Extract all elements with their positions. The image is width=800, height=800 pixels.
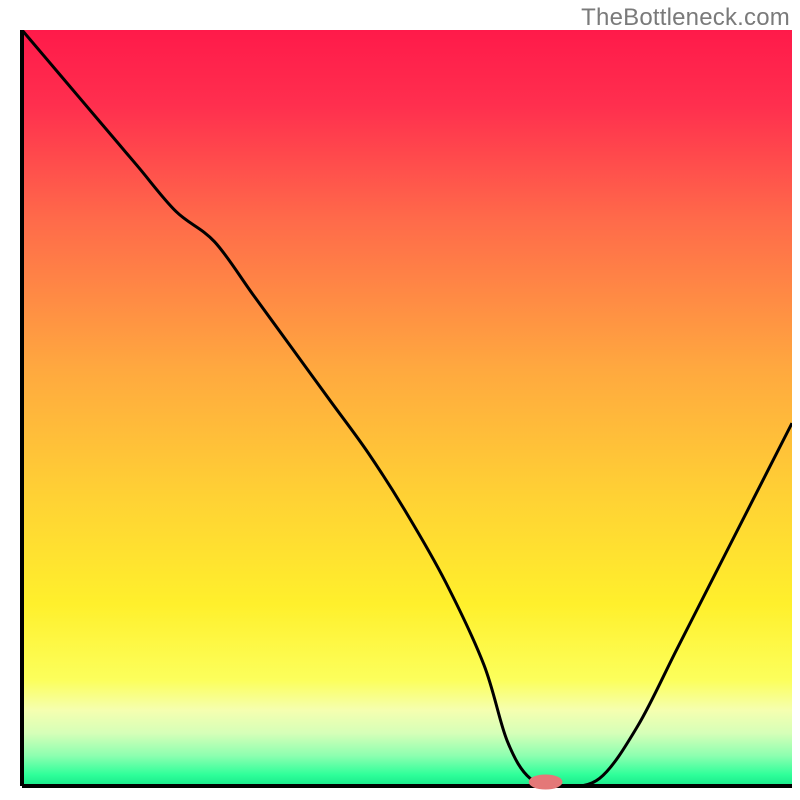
plot-background bbox=[22, 30, 792, 786]
optimal-marker bbox=[529, 774, 563, 789]
chart-svg bbox=[0, 0, 800, 800]
attribution-text: TheBottleneck.com bbox=[581, 4, 790, 32]
bottleneck-chart: TheBottleneck.com bbox=[0, 0, 800, 800]
